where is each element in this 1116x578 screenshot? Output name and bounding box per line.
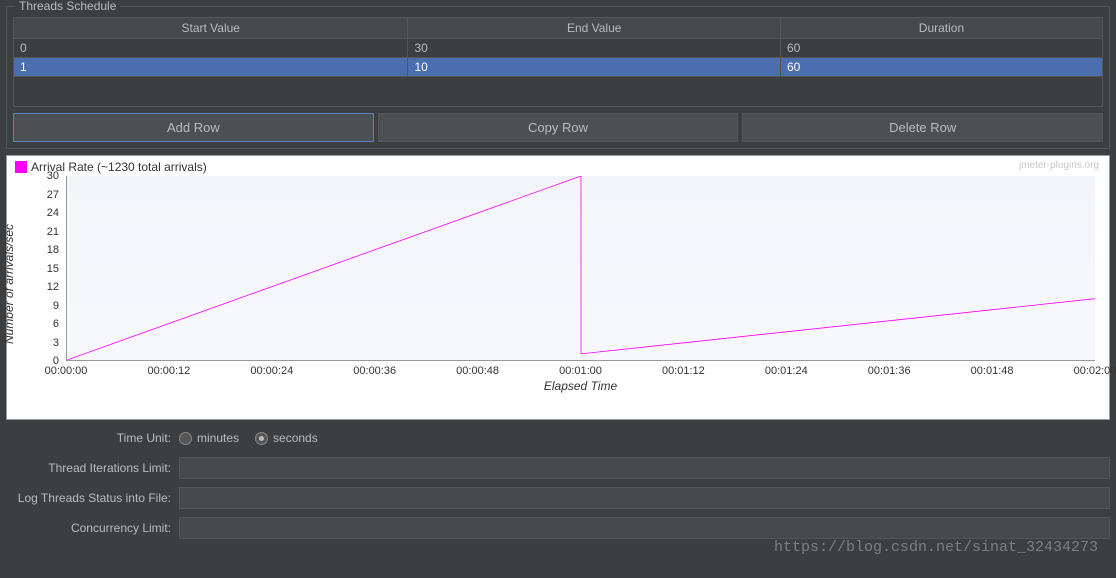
copy-row-button[interactable]: Copy Row [378,113,739,142]
y-tick: 21 [47,226,59,238]
radio-minutes[interactable]: minutes [179,431,239,445]
table-cell[interactable]: 1 [14,58,408,77]
thread-iter-label: Thread Iterations Limit: [6,461,171,475]
chart-plot: Number of arrivals/sec 03691215182124273… [11,176,1105,391]
x-tick: 00:01:00 [559,365,602,377]
table-cell[interactable]: 60 [780,58,1102,77]
concurrency-row: Concurrency Limit: [6,516,1110,540]
schedule-table[interactable]: Start Value End Value Duration 030601106… [13,17,1103,77]
y-tick: 18 [47,244,59,256]
table-row[interactable]: 11060 [14,58,1103,77]
col-duration[interactable]: Duration [780,18,1102,39]
panel-title: Threads Schedule [15,0,120,13]
table-empty-area[interactable] [13,77,1103,107]
chart-legend: Arrival Rate (~1230 total arrivals) [11,160,1105,174]
y-tick: 3 [53,337,59,349]
log-file-label: Log Threads Status into File: [6,491,171,505]
thread-iter-row: Thread Iterations Limit: [6,456,1110,480]
radio-seconds-label: seconds [273,431,318,445]
chart-svg [67,176,1095,360]
col-start[interactable]: Start Value [14,18,408,39]
page-watermark: https://blog.csdn.net/sinat_32434273 [774,539,1098,556]
y-tick: 6 [53,318,59,330]
log-file-row: Log Threads Status into File: [6,486,1110,510]
concurrency-label: Concurrency Limit: [6,521,171,535]
x-axis-label: Elapsed Time [544,379,617,393]
y-tick: 12 [47,281,59,293]
y-axis: 036912151821242730 [28,176,63,361]
table-cell[interactable]: 60 [780,39,1102,58]
plot-area [66,176,1095,361]
table-cell[interactable]: 10 [408,58,780,77]
x-tick: 00:01:36 [868,365,911,377]
y-tick: 15 [47,263,59,275]
x-tick: 00:00:36 [353,365,396,377]
add-row-button[interactable]: Add Row [13,113,374,142]
x-tick: 00:00:00 [45,365,88,377]
radio-minutes-label: minutes [197,431,239,445]
thread-iter-input[interactable] [179,457,1110,479]
table-row[interactable]: 03060 [14,39,1103,58]
x-tick: 00:02:00 [1074,365,1116,377]
radio-seconds[interactable]: seconds [255,431,318,445]
time-unit-label: Time Unit: [6,431,171,445]
radio-seconds-button[interactable] [255,432,268,445]
y-tick: 9 [53,300,59,312]
radio-minutes-button[interactable] [179,432,192,445]
x-tick: 00:00:48 [456,365,499,377]
y-tick: 24 [47,207,59,219]
y-axis-label: Number of arrivals/sec [2,223,16,343]
table-cell[interactable]: 30 [408,39,780,58]
x-axis: Elapsed Time 00:00:0000:00:1200:00:2400:… [66,363,1095,391]
concurrency-input[interactable] [179,517,1110,539]
x-tick: 00:01:48 [971,365,1014,377]
x-tick: 00:01:24 [765,365,808,377]
delete-row-button[interactable]: Delete Row [742,113,1103,142]
table-cell[interactable]: 0 [14,39,408,58]
threads-schedule-panel: Threads Schedule Start Value End Value D… [6,6,1110,149]
log-file-input[interactable] [179,487,1110,509]
y-tick: 30 [47,170,59,182]
legend-color-swatch [15,161,27,173]
chart-watermark: jmeter-plugins.org [1019,160,1099,171]
chart-panel: Arrival Rate (~1230 total arrivals) jmet… [6,155,1110,420]
y-tick: 27 [47,189,59,201]
x-tick: 00:01:12 [662,365,705,377]
col-end[interactable]: End Value [408,18,780,39]
x-tick: 00:00:12 [147,365,190,377]
x-tick: 00:00:24 [250,365,293,377]
time-unit-row: Time Unit: minutes seconds [6,426,1110,450]
